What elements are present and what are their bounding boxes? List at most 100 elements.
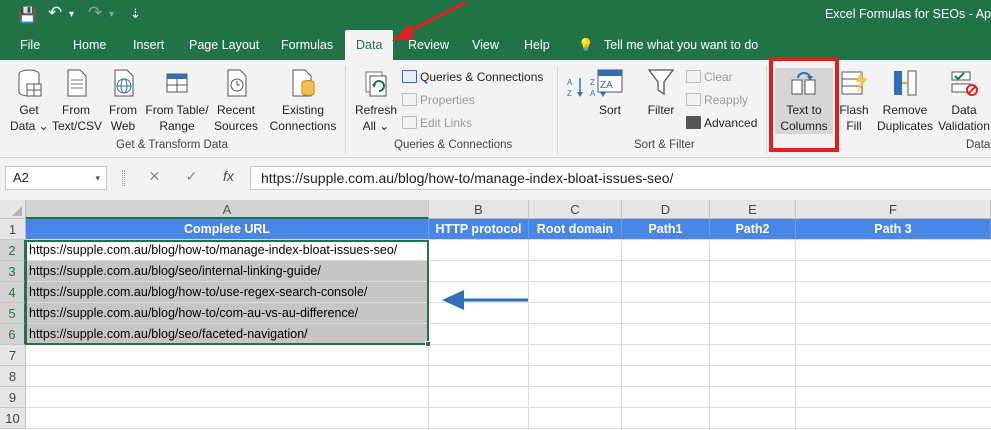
red-annotation-arrow [392,0,467,41]
svg-text:Z: Z [567,89,572,98]
undo-icon[interactable]: ↶ [48,3,62,23]
refresh-all-button[interactable]: Refresh All ⌄ [354,68,398,134]
row-header-4[interactable]: 4 [0,282,26,303]
sort-button[interactable]: ZA Sort [594,68,626,118]
row-header-6[interactable]: 6 [0,324,26,345]
name-box[interactable]: A2 ▾ [5,166,107,190]
ribbon-tabs: File Home Insert Page Layout Formulas Da… [0,30,991,60]
redo-dropdown-icon[interactable]: ▾ [109,9,114,20]
formula-bar-splitter[interactable] [122,170,125,186]
redo-icon[interactable]: ↷ [88,3,102,23]
formula-bar: A2 ▾ ✕ ✓ fx https://supple.com.au/blog/how… [0,158,991,200]
properties-icon [402,93,417,106]
tab-formulas[interactable]: Formulas [281,30,333,60]
customize-toolbar-icon[interactable]: ⇣ [130,6,141,22]
remove-duplicates-button[interactable]: Remove Duplicates [874,68,936,134]
tab-view[interactable]: View [472,30,499,60]
header-cell-path3[interactable]: Path 3 [796,219,991,240]
sort-ascending-icon: A Z [567,78,583,98]
header-cell-path2[interactable]: Path2 [710,219,796,240]
get-data-button[interactable]: Get Data ⌄ [10,68,49,134]
row-header-7[interactable]: 7 [0,345,26,366]
tab-file[interactable]: File [20,30,40,60]
row-header-10[interactable]: 10 [0,408,26,429]
from-table-range-button[interactable]: From Table/ Range [145,68,209,134]
undo-dropdown-icon[interactable]: ▾ [69,9,74,20]
tab-page-layout[interactable]: Page Layout [189,30,259,60]
web-icon [114,69,134,97]
sort-dialog-icon: ZA [597,69,623,93]
header-cell-http-protocol[interactable]: HTTP protocol [429,219,529,240]
group-label-data-tools: Data [966,139,991,151]
row-header-3[interactable]: 3 [0,261,26,282]
queries-icon [402,70,417,83]
enter-icon[interactable]: ✓ [173,168,210,185]
blue-annotation-arrow [442,290,528,310]
column-header-e[interactable]: E [710,200,796,219]
table-icon [166,73,188,93]
edit-links-button[interactable]: Edit Links [402,115,472,131]
flash-fill-button[interactable]: Flash Fill [837,68,871,134]
filter-icon [647,69,675,96]
column-header-a[interactable]: A [26,200,429,219]
red-highlight-box [769,57,839,152]
select-all-icon [12,206,22,216]
formula-bar-buttons: ✕ ✓ fx [136,168,247,185]
edit-links-icon [402,116,417,129]
empty-cell-gridlines [26,240,991,430]
header-cell-root-domain[interactable]: Root domain [529,219,622,240]
filter-button[interactable]: Filter [643,68,679,118]
flash-fill-icon [841,70,867,95]
header-cell-complete-url[interactable]: Complete URL [26,219,429,240]
title-bar: 💾 ↶ ▾ ↷ ▾ ⇣ Excel Formulas for SEOs - Ap [0,0,991,30]
clear-filter-button[interactable]: Clear [686,69,733,85]
tab-insert[interactable]: Insert [133,30,164,60]
save-icon[interactable]: 💾 [18,6,37,24]
advanced-filter-button[interactable]: Advanced [686,115,757,131]
database-icon [18,69,42,97]
data-validation-icon [951,71,978,96]
svg-text:ZA: ZA [600,80,613,91]
tab-home[interactable]: Home [73,30,106,60]
group-label-get-transform: Get & Transform Data [116,139,228,151]
group-separator [557,66,558,154]
queries-connections-button[interactable]: Queries & Connections [402,69,543,85]
row-header-9[interactable]: 9 [0,387,26,408]
recent-sources-button[interactable]: Recent Sources [211,68,261,134]
tell-me-search[interactable]: Tell me what you want to do [604,30,758,60]
spreadsheet-grid: A B C D E F 1 2 3 4 5 6 7 8 9 10 Complet… [0,200,991,430]
column-header-f[interactable]: F [796,200,991,219]
row-header-1[interactable]: 1 [0,219,26,240]
group-separator [766,66,767,154]
insert-function-icon[interactable]: fx [210,168,247,184]
from-text-csv-button[interactable]: From Text/CSV [52,68,102,134]
group-label-sort-filter: Sort & Filter [634,139,695,151]
from-web-button[interactable]: From Web [104,68,142,134]
sort-a-z-button[interactable]: A Z Z A [566,70,607,102]
existing-connections-icon [292,69,315,97]
select-all-corner[interactable] [0,200,26,219]
row-header-5[interactable]: 5 [0,303,26,324]
tab-help[interactable]: Help [524,30,550,60]
column-header-c[interactable]: C [529,200,622,219]
reapply-icon [686,93,701,106]
properties-button[interactable]: Properties [402,92,475,108]
advanced-filter-icon [686,116,701,129]
recent-sources-icon [227,69,247,97]
group-separator [345,66,346,154]
fill-handle[interactable] [425,341,431,347]
existing-connections-button[interactable]: Existing Connections [267,68,339,134]
clear-filter-icon [686,70,701,83]
data-validation-button[interactable]: Data Validation [937,68,991,134]
row-header-2[interactable]: 2 [0,240,26,261]
ribbon: Get Data ⌄ From Text/CSV From Web From T… [0,57,991,158]
column-header-b[interactable]: B [429,200,529,219]
reapply-button[interactable]: Reapply [686,92,748,108]
lightbulb-icon: 💡 [578,38,594,52]
formula-input[interactable]: https://supple.com.au/blog/how-to/manage… [250,166,991,190]
column-header-d[interactable]: D [622,200,710,219]
row-header-8[interactable]: 8 [0,366,26,387]
header-cell-path1[interactable]: Path1 [622,219,710,240]
name-box-dropdown-icon[interactable]: ▾ [95,167,100,189]
cancel-icon[interactable]: ✕ [136,168,173,185]
